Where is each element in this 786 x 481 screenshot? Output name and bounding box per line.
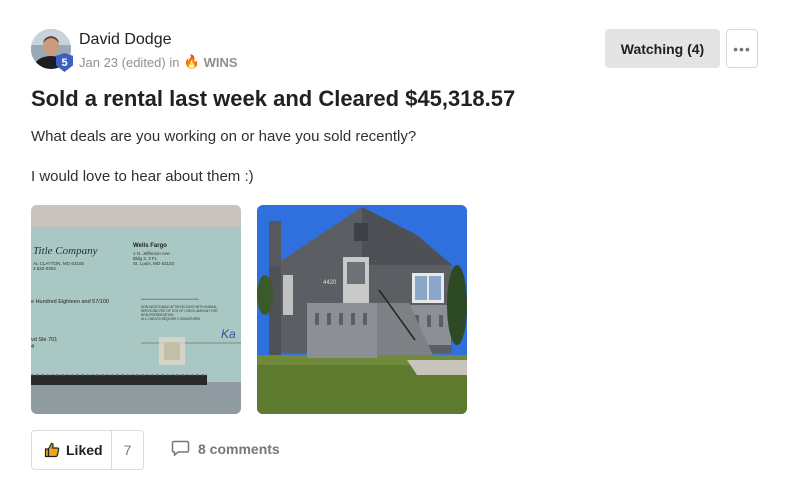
check-payee-zip: 4 [31,344,34,350]
level-badge: 5 [56,53,73,72]
ellipsis-icon: ••• [733,40,751,57]
post-date: Jan 23 (edited) in [79,54,180,70]
more-options-button[interactable]: ••• [726,29,758,68]
post-card: 5 David Dodge Jan 23 (edited) in 🔥 WINS … [0,0,786,481]
thumbs-up-icon [44,442,60,458]
post-title: Sold a rental last week and Cleared $45,… [31,86,516,111]
check-amount-words: e Hundred Eighteen and 57/100 [31,299,109,305]
like-label: Liked [66,442,103,458]
check-notice-4: ALL CHECKS REQUIRE 2 SIGNATURES [141,317,200,321]
group-link[interactable]: WINS [204,55,238,70]
comments-label: 8 comments [198,440,280,457]
author-name[interactable]: David Dodge [79,31,172,49]
comment-icon [171,440,190,456]
post-paragraph-2: I would love to hear about them :) [31,168,254,185]
like-toggle[interactable]: Liked [32,431,112,469]
like-count[interactable]: 7 [112,442,143,458]
check-bank-addr3: St. Louis, MO 63103 [133,261,175,266]
watching-button[interactable]: Watching (4) [605,29,720,68]
check-company: Title Company [33,245,98,257]
check-company-addr2: 3 832-0303 [33,266,56,271]
check-bank-name: Wells Fargo [133,243,167,249]
comments-link[interactable]: 8 comments [171,440,280,457]
like-button[interactable]: Liked 7 [31,430,144,470]
house-photo[interactable]: 4420 [257,205,467,414]
fire-icon: 🔥 [183,54,200,69]
check-payee-addr: vd Ste 701 [31,337,57,343]
post-paragraph-1: What deals are you working on or have yo… [31,128,417,145]
check-signature: Ka [221,327,236,341]
house-address-plate: 4420 [323,280,337,286]
post-meta: Jan 23 (edited) in 🔥 WINS [79,54,238,70]
check-stars: ************************************* [141,297,199,302]
check-photo[interactable]: Title Company AL CLAYTON, MO 63105 3 832… [31,205,241,414]
